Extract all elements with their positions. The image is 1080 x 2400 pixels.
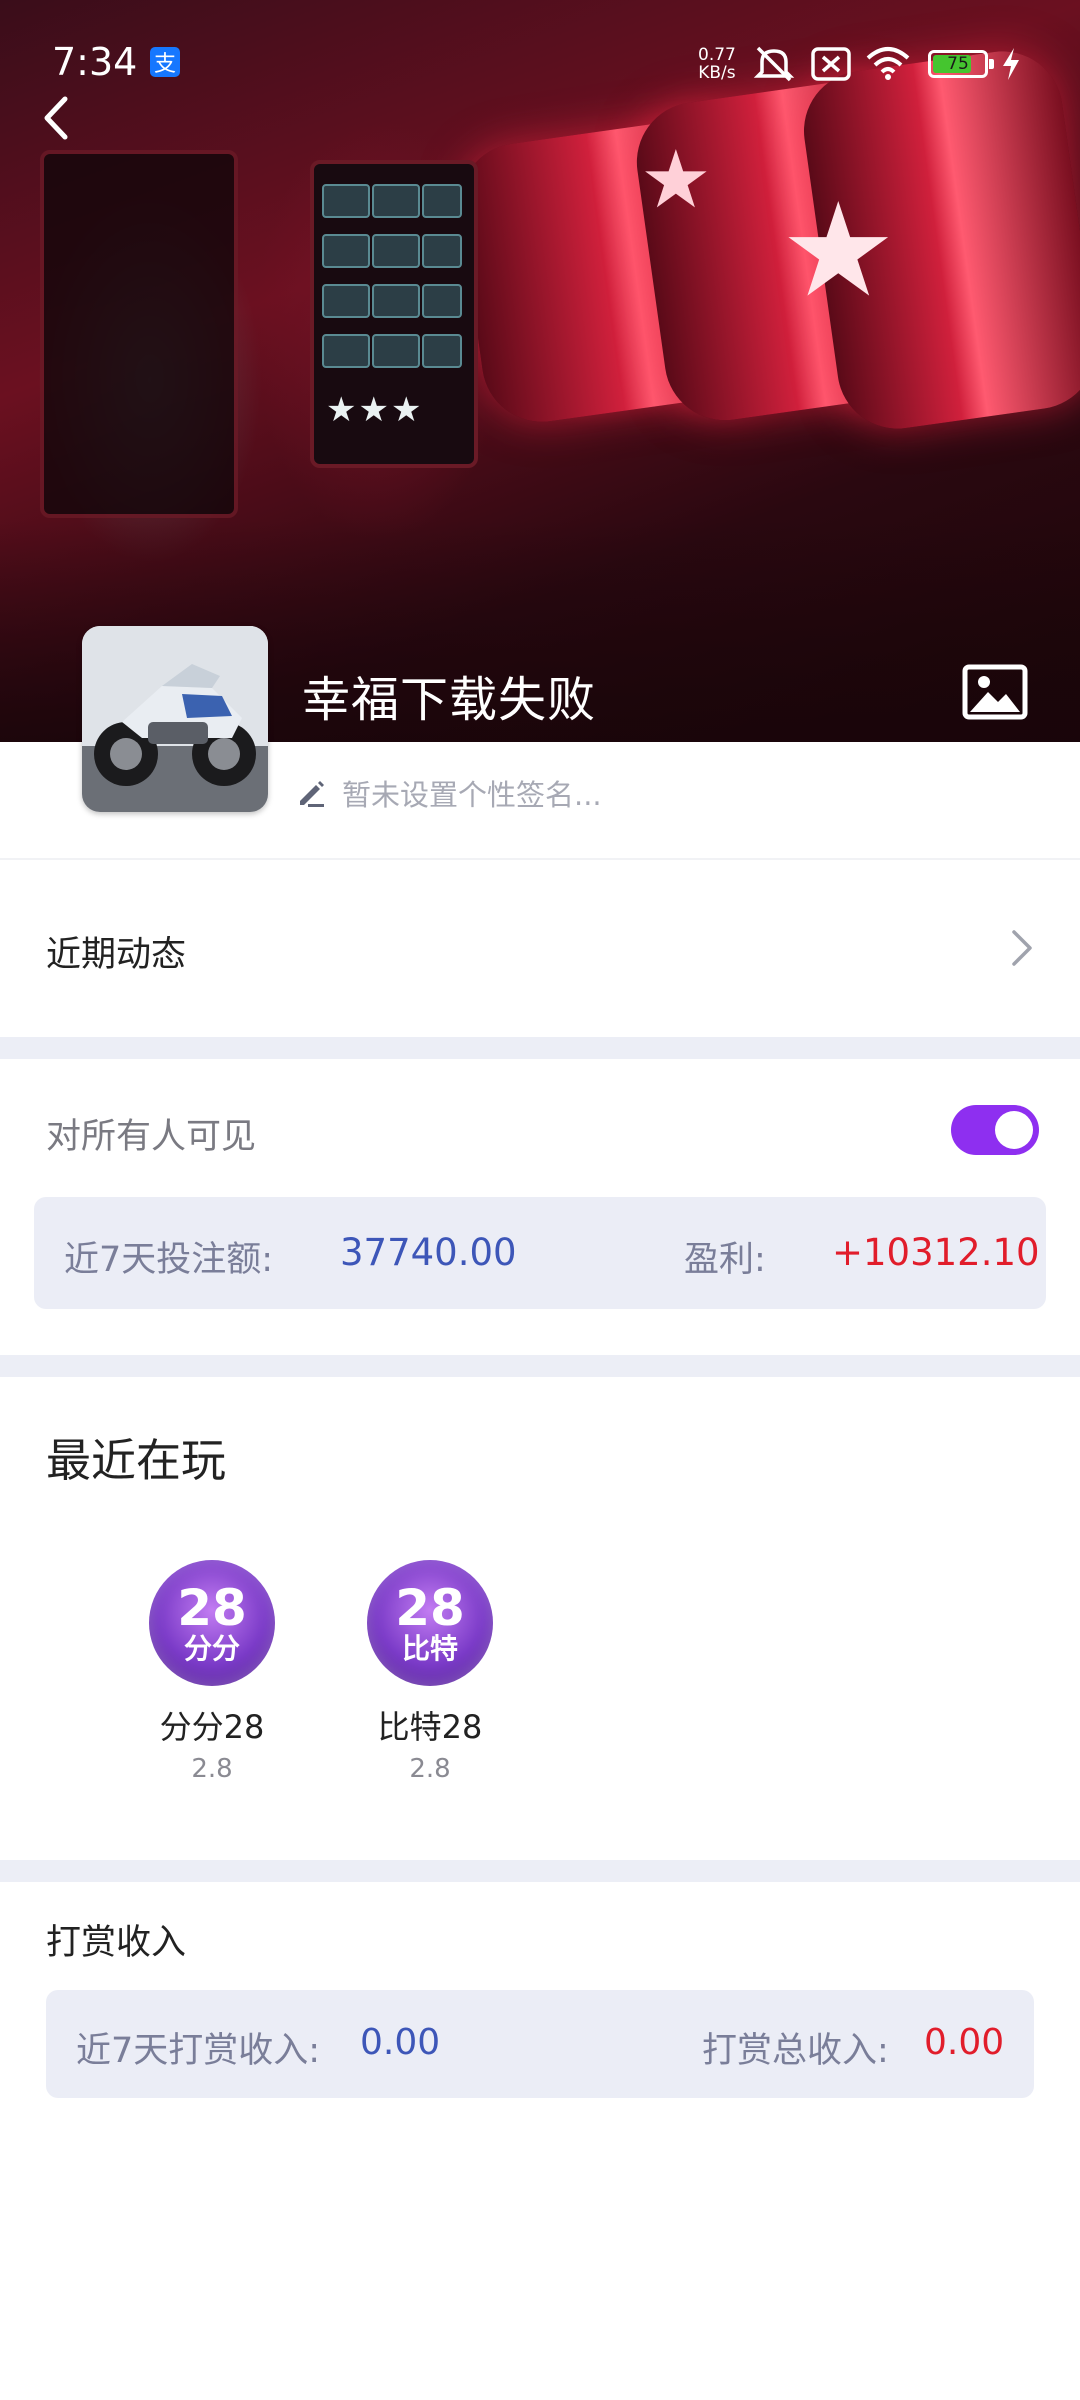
network-speed-unit: KB/s (698, 63, 736, 83)
status-bar: 7:34 支 0.77 KB/s 75 (0, 0, 1080, 128)
image-icon (962, 664, 1028, 720)
bet-stats-card: 近7天投注额: 37740.00 盈利: +10312.10 (34, 1197, 1046, 1309)
tip-income-card: 近7天打赏收入: 0.00 打赏总收入: 0.00 (46, 1990, 1034, 2098)
mute-bell-icon (753, 46, 795, 82)
game-item[interactable]: 28 比特 比特28 2.8 (346, 1560, 514, 1784)
avatar[interactable] (82, 626, 268, 812)
status-time: 7:34 (52, 40, 138, 84)
pencil-icon (300, 781, 324, 807)
bet-amount-value: 37740.00 (340, 1231, 517, 1274)
game-name: 分分28 (159, 1708, 265, 1746)
visibility-label: 对所有人可见 (46, 1117, 257, 1157)
section-gap (0, 1860, 1080, 1882)
change-cover-button[interactable] (962, 664, 1032, 724)
game-item[interactable]: 28 分分 分分28 2.8 (128, 1560, 296, 1784)
game-28-icon: 28 分分 (149, 1560, 275, 1686)
visibility-toggle[interactable] (951, 1105, 1039, 1155)
username: 幸福下载失败 (302, 672, 597, 728)
game-icon-number: 28 (177, 1579, 247, 1637)
profit-label: 盈利: (684, 1240, 766, 1280)
charging-bolt-icon (1003, 48, 1019, 80)
alipay-notification-icon: 支 (150, 47, 180, 77)
cover-panel (40, 150, 238, 518)
game-odds: 2.8 (191, 1754, 233, 1784)
section-gap (0, 1355, 1080, 1377)
profit-value: +10312.10 (832, 1231, 1040, 1274)
game-name: 比特28 (377, 1708, 483, 1746)
total-tip-label: 打赏总收入: (702, 2031, 889, 2071)
cover-star: ★ (780, 174, 897, 326)
motorcycle-avatar-image (82, 626, 268, 812)
recent-tip-label: 近7天打赏收入: (76, 2031, 321, 2071)
recently-played-title: 最近在玩 (46, 1434, 227, 1487)
game-28-icon: 28 比特 (367, 1560, 493, 1686)
total-tip-value: 0.00 (924, 2022, 1005, 2063)
network-speed: 0.77 KB/s (698, 46, 736, 82)
game-icon-text: 分分 (183, 1632, 240, 1665)
game-icon-text: 比特 (401, 1632, 458, 1665)
recent-activity-row[interactable]: 近期动态 (0, 900, 1080, 1000)
wifi-icon (866, 47, 910, 80)
recent-activity-label: 近期动态 (46, 935, 187, 975)
toggle-knob (995, 1111, 1033, 1149)
cover-star: ★ (640, 133, 712, 226)
network-speed-value: 0.77 (698, 45, 736, 65)
battery-level: 75 (947, 54, 969, 74)
section-gap (0, 1037, 1080, 1059)
cover-panel: ★★★ (310, 160, 478, 468)
signature-placeholder: 暂未设置个性签名... (342, 778, 602, 812)
game-odds: 2.8 (409, 1754, 451, 1784)
tip-income-title: 打赏收入 (46, 1923, 187, 1963)
battery-indicator: 75 (928, 50, 994, 78)
signature-row[interactable]: 暂未设置个性签名... (296, 772, 602, 814)
recent-tip-value: 0.00 (360, 2022, 441, 2063)
bet-amount-label: 近7天投注额: (64, 1240, 274, 1280)
divider (0, 858, 1080, 860)
chevron-right-icon (1012, 930, 1032, 966)
game-icon-number: 28 (395, 1579, 465, 1637)
sim-off-icon (811, 47, 851, 81)
